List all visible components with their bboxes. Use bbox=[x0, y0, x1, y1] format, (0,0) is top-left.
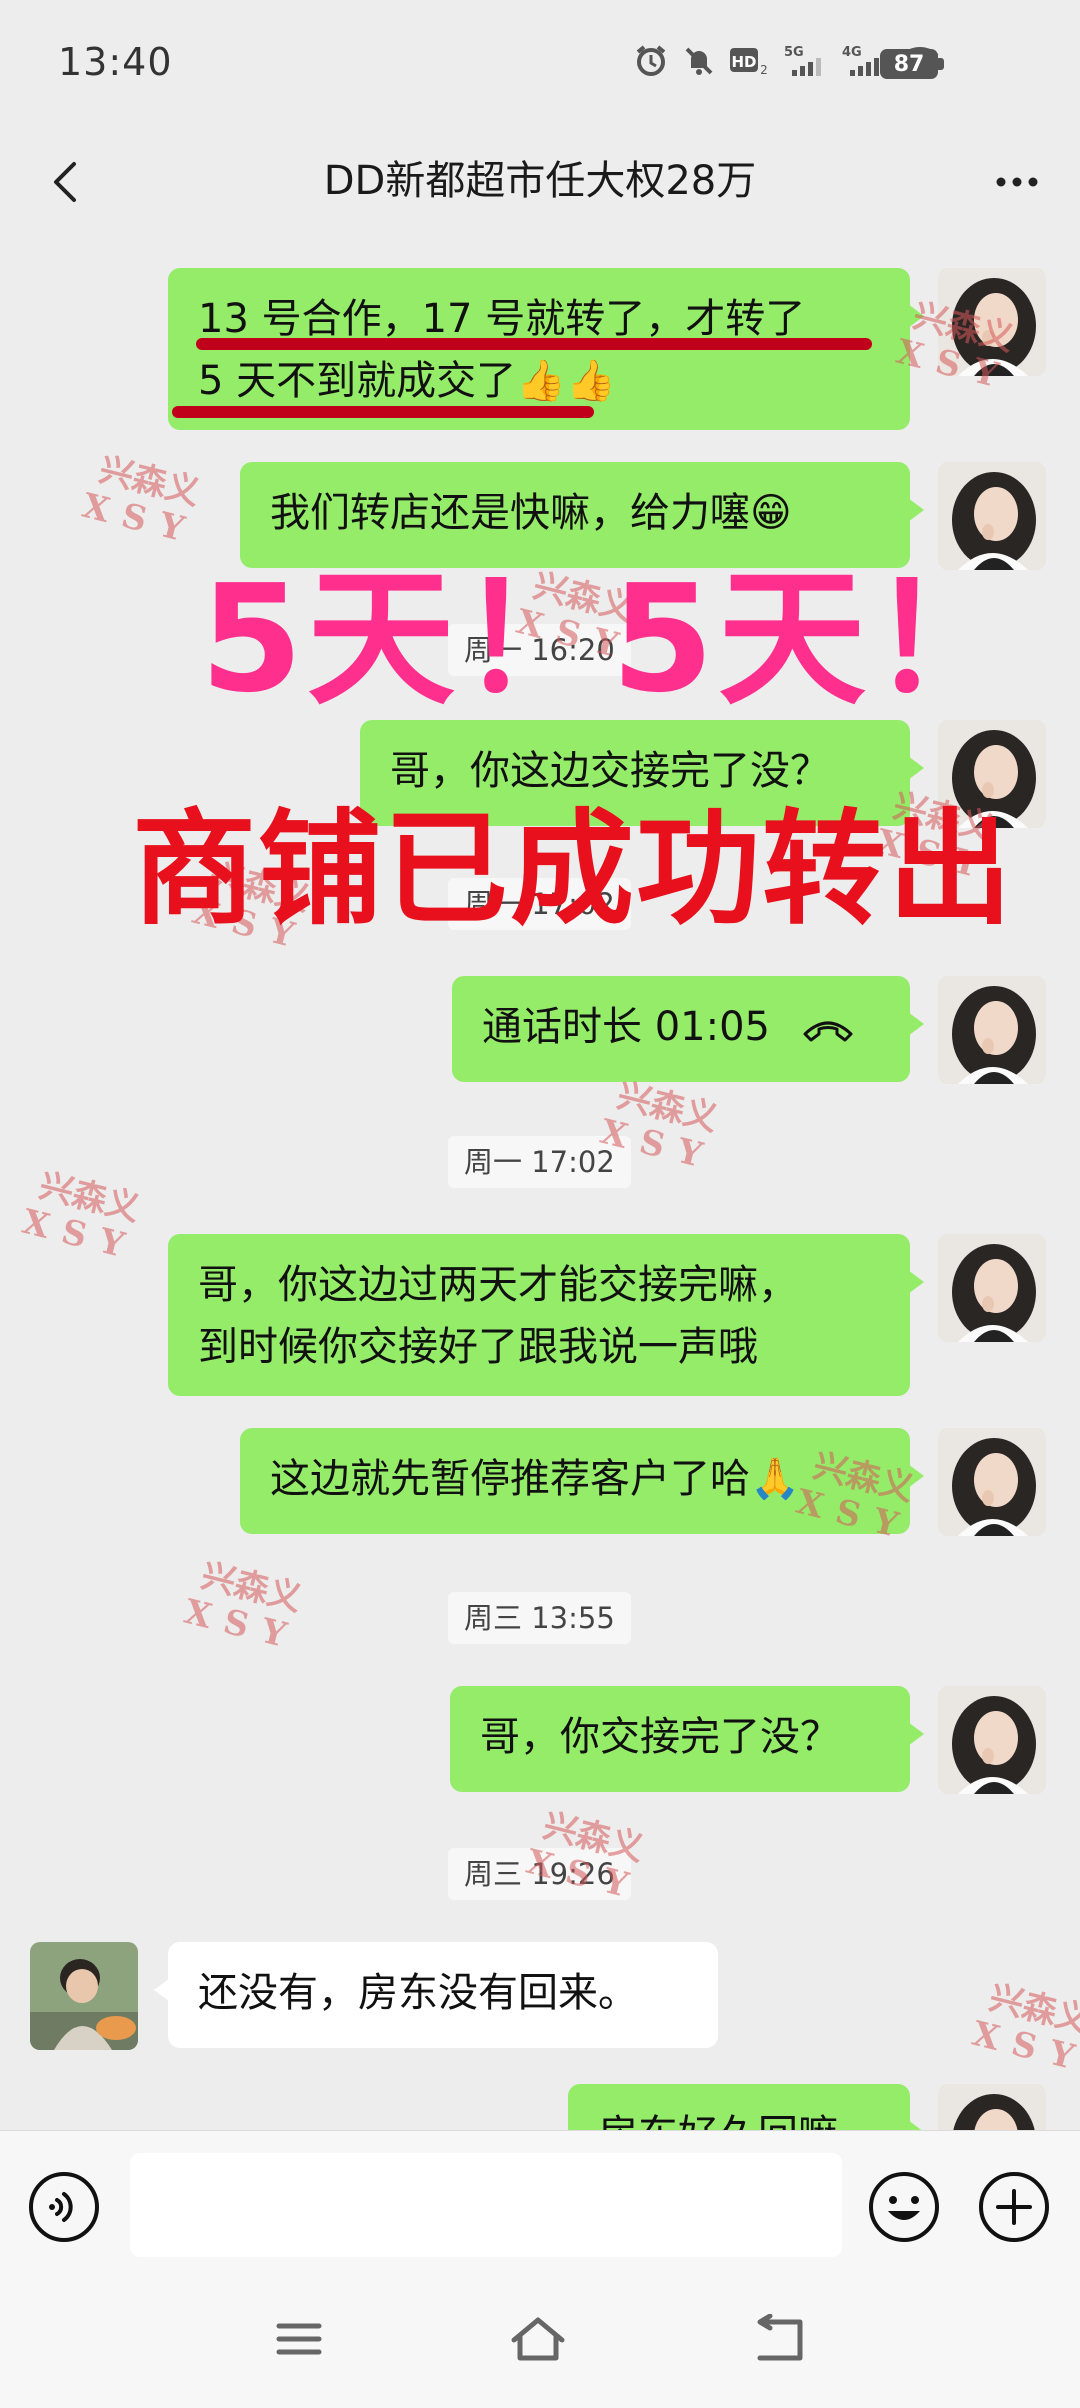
highlight-underline bbox=[196, 338, 872, 350]
hd-label: HD bbox=[731, 53, 756, 71]
thumbs-up-emoji: 👍👍 bbox=[516, 358, 616, 404]
alarm-icon bbox=[636, 45, 666, 76]
message-line: 到时候你交接好了跟我说一声哦 bbox=[198, 1324, 758, 1370]
overlay-headline: 5天！5天！ bbox=[200, 553, 1022, 725]
highlight-underline bbox=[172, 406, 594, 418]
status-time: 13:40 bbox=[58, 40, 173, 84]
mute-bell-icon bbox=[685, 47, 713, 75]
watermark: 兴森义 XSY bbox=[78, 449, 204, 554]
signal-5g-icon: 5G bbox=[784, 45, 821, 76]
menu-icon[interactable] bbox=[274, 2314, 324, 2364]
status-bar: 13:40 HD 2 5G 4G 87 bbox=[0, 0, 1080, 128]
home-icon[interactable] bbox=[508, 2314, 568, 2364]
system-nav-bar bbox=[0, 2278, 1080, 2408]
my-avatar[interactable] bbox=[938, 1428, 1046, 1536]
svg-text:2: 2 bbox=[760, 63, 768, 76]
message-bubble-sent[interactable]: 哥，你交接完了没？ bbox=[450, 1686, 924, 1792]
battery-indicator: 87 bbox=[880, 49, 938, 79]
message-input[interactable] bbox=[130, 2153, 842, 2257]
voice-icon[interactable] bbox=[28, 2171, 100, 2243]
plus-icon[interactable] bbox=[978, 2171, 1050, 2243]
message-bubble-sent[interactable]: 哥，你这边过两天才能交接完嘛， 到时候你交接好了跟我说一声哦 bbox=[168, 1234, 924, 1396]
call-record-bubble[interactable]: 通话时长 01:05 bbox=[452, 976, 924, 1082]
contact-avatar[interactable] bbox=[30, 1942, 138, 2050]
message-line: 哥，你这边过两天才能交接完嘛， bbox=[198, 1262, 798, 1308]
watermark: 兴森义 XSY bbox=[180, 1555, 306, 1660]
chat-area[interactable]: 13 号合作，17 号就转了，才转了 5 天不到就成交了👍👍 我们转店还是快嘛，… bbox=[0, 238, 1080, 2130]
overlay-subline: 商铺已成功转出 bbox=[132, 798, 1015, 942]
5g-label: 5G bbox=[784, 45, 804, 60]
emoji-icon[interactable] bbox=[868, 2171, 940, 2243]
my-avatar[interactable] bbox=[938, 1234, 1046, 1342]
my-avatar[interactable] bbox=[938, 2084, 1046, 2130]
watermark: 兴森义 XSY bbox=[18, 1165, 144, 1270]
chat-header: DD新都超市任大权28万 bbox=[0, 128, 1080, 238]
my-avatar[interactable] bbox=[938, 976, 1046, 1084]
timestamp: 周一 17:02 bbox=[448, 1136, 631, 1188]
battery-tip bbox=[938, 58, 944, 70]
message-line: 5 天不到就成交了👍👍 bbox=[198, 358, 616, 404]
timestamp: 周三 19:26 bbox=[448, 1848, 631, 1900]
grin-emoji: 😁 bbox=[750, 490, 792, 536]
folded-hands-emoji: 🙏 bbox=[750, 1456, 800, 1502]
back-icon[interactable] bbox=[752, 2314, 808, 2364]
my-avatar[interactable] bbox=[938, 268, 1046, 376]
watermark: 兴森义 XSY bbox=[968, 1977, 1080, 2082]
timestamp: 周三 13:55 bbox=[448, 1592, 631, 1644]
hd-icon: HD 2 bbox=[730, 48, 768, 76]
my-avatar[interactable] bbox=[938, 1686, 1046, 1794]
message-bubble-sent[interactable]: 房东好久回嘛 bbox=[568, 2084, 924, 2130]
input-bar bbox=[0, 2130, 1080, 2278]
message-bubble-sent[interactable]: 这边就先暂停推荐客户了哈🙏 bbox=[240, 1428, 924, 1534]
chat-title: DD新都超市任大权28万 bbox=[323, 158, 757, 204]
message-bubble-received[interactable]: 还没有，房东没有回来。 bbox=[154, 1942, 718, 2048]
phone-hangup-icon bbox=[803, 1021, 853, 1042]
4g-label: 4G bbox=[842, 45, 862, 60]
more-dots-icon[interactable] bbox=[982, 146, 1052, 216]
